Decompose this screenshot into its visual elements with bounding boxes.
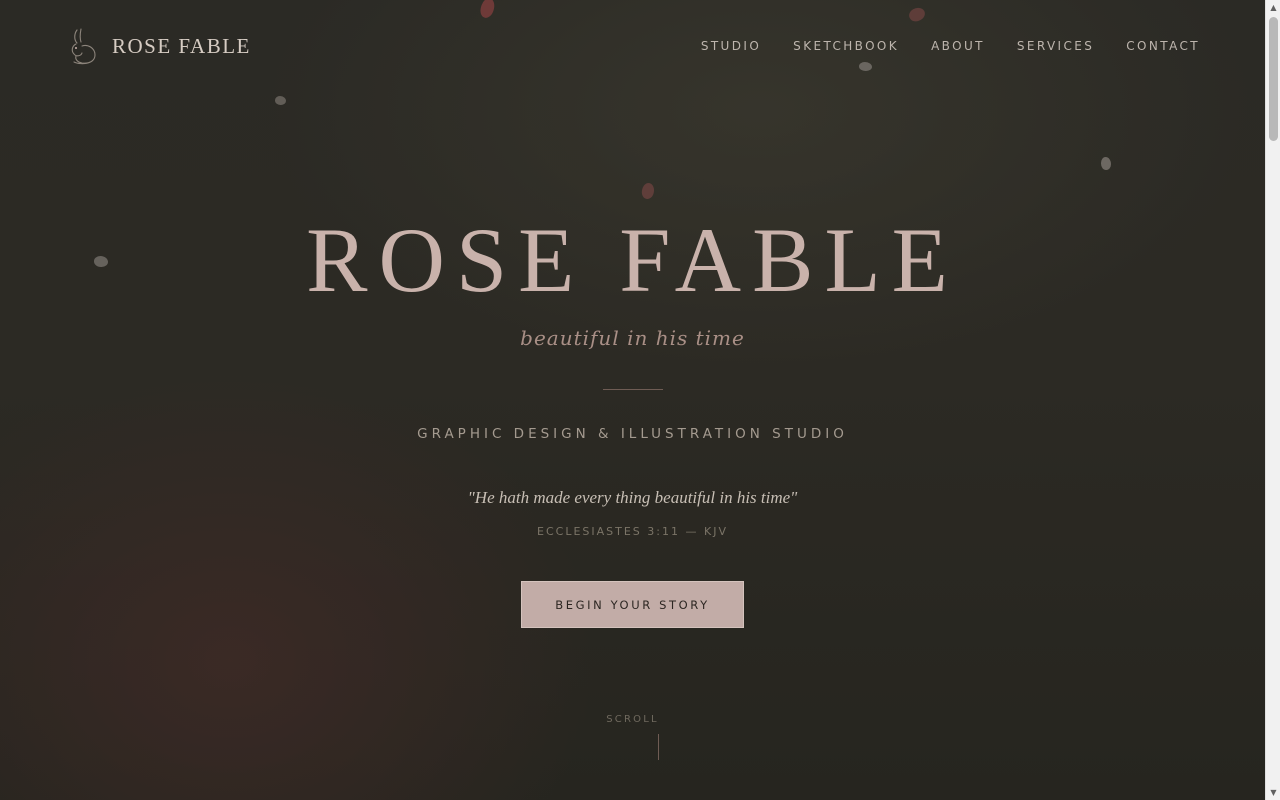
hero-title: ROSE FABLE xyxy=(306,209,959,311)
nav-item-about[interactable]: ABOUT xyxy=(931,39,985,53)
scripture-citation: ECCLESIASTES 3:11 — KJV xyxy=(537,525,728,538)
hero-subtitle: GRAPHIC DESIGN & ILLUSTRATION STUDIO xyxy=(417,426,848,442)
page-scrollbar[interactable]: ▲ ▼ xyxy=(1265,0,1280,800)
scroll-down-arrow-icon[interactable]: ▼ xyxy=(1266,785,1280,800)
brand-name: ROSE FABLE xyxy=(112,33,251,58)
petal-decoration xyxy=(859,62,872,71)
scripture-quote: "He hath made every thing beautiful in h… xyxy=(467,488,798,507)
brand-logo-link[interactable]: ROSE FABLE xyxy=(66,26,251,66)
petal-decoration xyxy=(906,4,928,25)
rabbit-icon xyxy=(71,28,96,65)
scroll-up-arrow-icon[interactable]: ▲ xyxy=(1266,0,1280,15)
petal-decoration xyxy=(477,0,498,20)
begin-your-story-button[interactable]: BEGIN YOUR STORY xyxy=(521,581,744,628)
nav-item-studio[interactable]: STUDIO xyxy=(701,39,761,53)
main-navigation: STUDIO SKETCHBOOK ABOUT SERVICES CONTACT xyxy=(669,39,1200,53)
petal-decoration xyxy=(275,96,286,105)
scroll-indicator-line xyxy=(658,734,659,760)
nav-item-services[interactable]: SERVICES xyxy=(1017,39,1094,53)
scrollbar-thumb[interactable] xyxy=(1269,17,1278,141)
hero-section: ROSE FABLE STUDIO SKETCHBOOK ABOUT SERVI… xyxy=(0,0,1265,800)
nav-item-contact[interactable]: CONTACT xyxy=(1126,39,1200,53)
petal-decoration xyxy=(640,181,656,201)
divider-line xyxy=(603,389,663,390)
petal-decoration xyxy=(1101,157,1111,170)
hero-tagline: beautiful in his time xyxy=(520,326,745,350)
nav-item-sketchbook[interactable]: SKETCHBOOK xyxy=(793,39,899,53)
scroll-indicator-label: SCROLL xyxy=(606,714,659,725)
